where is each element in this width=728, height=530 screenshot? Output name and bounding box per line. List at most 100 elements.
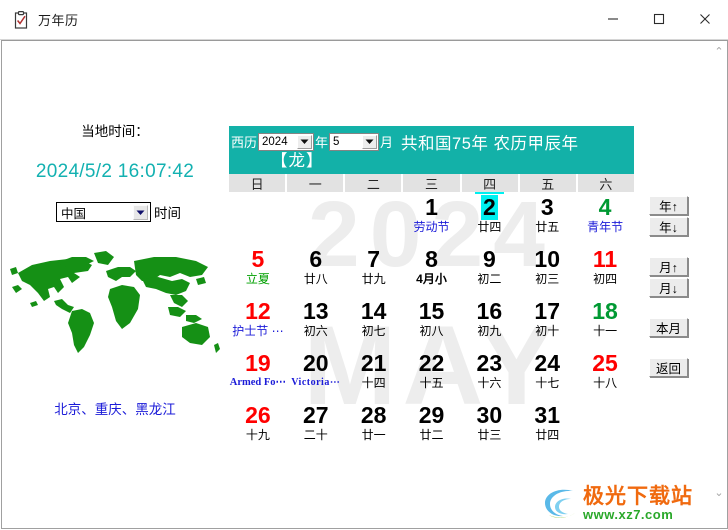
title-bar: 万年历 xyxy=(0,0,728,40)
calendar-day-cell[interactable]: 30 廿三 xyxy=(460,400,518,452)
calendar-day-cell[interactable]: 2 廿四 xyxy=(460,192,518,244)
calendar-day-cell[interactable]: 11 初四 xyxy=(576,244,634,296)
calendar-day-cell[interactable]: 24 十七 xyxy=(518,348,576,400)
calendar-day-cell[interactable]: 14 初七 xyxy=(345,296,403,348)
era-lunar-label: 共和国75年 农历甲辰年 xyxy=(401,134,579,153)
day-number: 5 xyxy=(251,246,265,272)
scroll-up-icon[interactable]: ⌃ xyxy=(711,43,727,61)
calendar-day-cell[interactable]: 5 立夏 xyxy=(229,244,287,296)
year-select[interactable]: 2024 xyxy=(258,132,315,151)
scroll-down-icon[interactable]: ⌄ xyxy=(711,484,727,502)
calendar-day-cell[interactable]: 8 4月小 xyxy=(403,244,461,296)
calendar-day-cell[interactable]: 23 十六 xyxy=(460,348,518,400)
close-button[interactable] xyxy=(682,0,728,38)
calendar-clipboard-icon xyxy=(13,10,29,29)
day-subtitle: 初七 xyxy=(361,324,386,338)
calendar-day-cell[interactable]: 7 廿九 xyxy=(345,244,403,296)
calendar-day-cell[interactable]: 20 Victoria⋯ xyxy=(287,348,345,400)
day-subtitle: 初八 xyxy=(419,324,444,338)
calendar-day-cell[interactable]: 13 初六 xyxy=(287,296,345,348)
day-subtitle: 护士节 ⋯ xyxy=(232,324,284,338)
calendar-day-cell[interactable]: 4 青年节 xyxy=(576,192,634,244)
calendar-day-cell[interactable]: 22 十五 xyxy=(403,348,461,400)
day-number: 14 xyxy=(360,298,387,324)
weekday-header-0[interactable]: 日 xyxy=(229,174,288,192)
day-subtitle: 廿二 xyxy=(419,428,444,442)
calendar-grid: 1 劳动节 2 廿四 3 廿五 4 青年节 5 立夏 6 廿八 7 廿九 8 4月小 9 初二 10 初三 11 初四 12… xyxy=(229,192,634,452)
timezone-select[interactable]: 中国 xyxy=(56,202,151,222)
day-number: 27 xyxy=(302,402,329,428)
calendar-day-cell[interactable]: 21 十四 xyxy=(345,348,403,400)
day-subtitle: 廿一 xyxy=(361,428,386,442)
calendar-day-cell[interactable]: 9 初二 xyxy=(460,244,518,296)
calendar-day-cell[interactable]: 16 初九 xyxy=(460,296,518,348)
day-subtitle: 初三 xyxy=(535,272,560,286)
month-suffix-label: 月 xyxy=(380,135,394,150)
day-number: 12 xyxy=(245,298,271,324)
day-subtitle: 廿四 xyxy=(535,428,560,442)
calendar-day-cell[interactable]: 10 初三 xyxy=(518,244,576,296)
weekday-header-2[interactable]: 二 xyxy=(345,174,404,192)
day-subtitle: 十七 xyxy=(535,376,560,390)
day-number: 17 xyxy=(534,298,560,324)
calendar-day-cell[interactable]: 19 Armed Fo⋯ xyxy=(229,348,287,400)
this-month-button[interactable]: 本月 xyxy=(649,318,688,337)
world-map-icon xyxy=(10,243,222,363)
calendar-day-cell[interactable]: 28 廿一 xyxy=(345,400,403,452)
calendar-day-cell[interactable]: 12 护士节 ⋯ xyxy=(229,296,287,348)
year-down-button[interactable]: 年↓ xyxy=(649,217,688,236)
calendar-day-cell[interactable]: 3 廿五 xyxy=(518,192,576,244)
weekday-label: 六 xyxy=(599,176,613,192)
calendar-grid-wrapper: 2024 MAY 1 劳动节 2 廿四 3 廿五 4 青年节 5 立夏 6 廿八 7 廿九 8 4月小 9 初二 1… xyxy=(229,188,634,452)
calendar-header: 西历 2024 年 5 月 共和国75年 农历甲辰年 【龙】 xyxy=(229,126,634,174)
month-down-button[interactable]: 月↓ xyxy=(649,278,688,297)
button-spacer xyxy=(649,238,693,257)
day-number: 21 xyxy=(360,350,387,376)
weekday-label: 三 xyxy=(424,176,438,192)
weekday-header-1[interactable]: 一 xyxy=(287,174,346,192)
calendar-day-cell[interactable]: 26 十九 xyxy=(229,400,287,452)
vertical-scrollbar[interactable]: ⌃ ⌄ xyxy=(710,41,727,528)
calendar-day-cell[interactable]: 25 十八 xyxy=(576,348,634,400)
day-number: 20 xyxy=(302,350,329,376)
day-number: 9 xyxy=(482,246,496,272)
month-select[interactable]: 5 xyxy=(329,132,380,151)
button-spacer xyxy=(649,339,693,358)
day-number: 31 xyxy=(534,402,560,428)
day-subtitle: Armed Fo⋯ xyxy=(229,377,287,388)
calendar-empty-cell xyxy=(345,192,403,244)
button-label: 月↓ xyxy=(659,282,678,296)
year-up-button[interactable]: 年↑ xyxy=(649,196,688,215)
calendar-day-cell[interactable]: 1 劳动节 xyxy=(403,192,461,244)
maximize-button[interactable] xyxy=(636,0,682,38)
chevron-down-icon[interactable] xyxy=(362,134,378,149)
day-number: 25 xyxy=(592,350,618,376)
weekday-header-6[interactable]: 六 xyxy=(577,174,634,192)
minimize-button[interactable] xyxy=(590,0,636,38)
day-number: 3 xyxy=(540,194,554,220)
calendar-day-cell[interactable]: 29 廿二 xyxy=(403,400,461,452)
calendar-day-cell[interactable]: 17 初十 xyxy=(518,296,576,348)
back-button[interactable]: 返回 xyxy=(649,358,688,377)
month-up-button[interactable]: 月↑ xyxy=(649,257,688,276)
weekday-header-4[interactable]: 四 xyxy=(461,174,520,194)
day-subtitle: 初六 xyxy=(303,324,328,338)
calendar-day-cell[interactable]: 15 初八 xyxy=(403,296,461,348)
day-subtitle: 4月小 xyxy=(416,272,447,286)
day-number: 30 xyxy=(476,402,503,428)
day-number: 19 xyxy=(245,350,271,376)
day-subtitle: 二十 xyxy=(303,428,328,442)
calendar-day-cell[interactable]: 18 十一 xyxy=(576,296,634,348)
day-subtitle: 十九 xyxy=(245,428,270,442)
day-subtitle: 劳动节 xyxy=(413,220,450,234)
calendar-prefix-label: 西历 xyxy=(231,135,258,150)
weekday-header-3[interactable]: 三 xyxy=(403,174,462,192)
calendar-day-cell[interactable]: 27 二十 xyxy=(287,400,345,452)
calendar-day-cell[interactable]: 6 廿八 xyxy=(287,244,345,296)
day-subtitle: 初十 xyxy=(535,324,560,338)
chevron-down-icon[interactable] xyxy=(133,205,148,220)
weekday-header-5[interactable]: 五 xyxy=(519,174,578,192)
calendar-day-cell[interactable]: 31 廿四 xyxy=(518,400,576,452)
chevron-down-icon[interactable] xyxy=(297,134,313,149)
day-number: 11 xyxy=(592,246,618,272)
